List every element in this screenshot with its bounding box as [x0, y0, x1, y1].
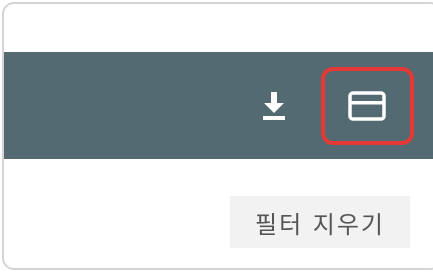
toolbar: [4, 52, 433, 159]
download-icon: [263, 92, 285, 120]
panel-toggle-button[interactable]: [345, 84, 389, 128]
panel-toggle-icon: [348, 91, 386, 121]
clear-filter-button[interactable]: 필터 지우기: [230, 196, 410, 248]
download-button[interactable]: [256, 88, 292, 124]
app-window: 필터 지우기: [2, 2, 433, 270]
